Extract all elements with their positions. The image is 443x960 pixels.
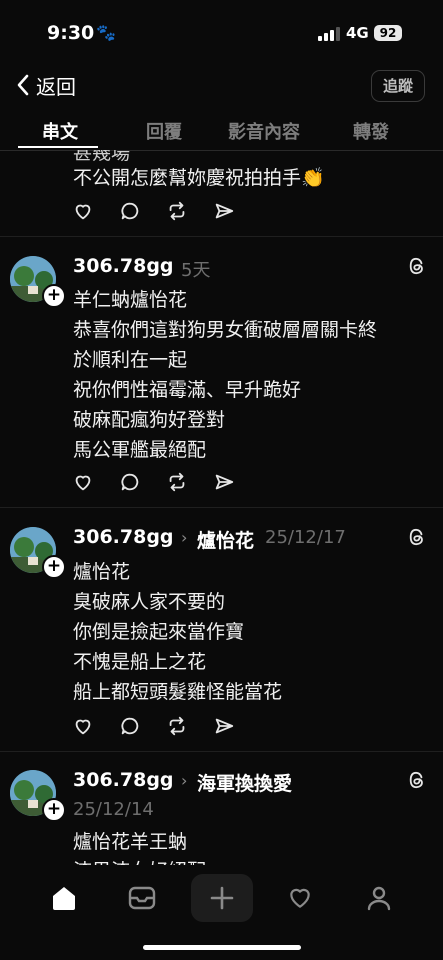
battery-indicator: 92 — [374, 25, 402, 41]
like-icon[interactable] — [72, 200, 94, 222]
chevron-right-icon: › — [181, 771, 188, 790]
like-icon[interactable] — [72, 715, 94, 737]
share-icon[interactable] — [213, 471, 235, 493]
threads-icon[interactable] — [408, 256, 426, 276]
tab-threads[interactable]: 串文 — [42, 118, 78, 144]
post-time: 25/12/17 — [265, 527, 346, 548]
tab-media[interactable]: 影音內容 — [228, 118, 300, 144]
tab-reposts[interactable]: 轉發 — [353, 118, 389, 144]
chevron-left-icon — [17, 74, 29, 96]
follow-plus-icon[interactable]: + — [42, 555, 66, 579]
profile-tabs: 串文 回覆 影音內容 轉發 — [0, 112, 443, 151]
post-text: 破麻配瘋狗好登對 — [73, 409, 226, 431]
follow-button[interactable]: 追蹤 — [371, 70, 425, 102]
tab-replies[interactable]: 回覆 — [146, 118, 182, 144]
back-button[interactable]: 返回 — [16, 70, 76, 100]
comment-icon[interactable] — [119, 715, 141, 737]
post-divider — [0, 236, 443, 237]
reply-target[interactable]: 爐怡花 — [197, 526, 254, 553]
share-icon[interactable] — [213, 200, 235, 222]
post-username[interactable]: 306.78gg — [73, 255, 174, 277]
follow-plus-icon[interactable]: + — [42, 284, 66, 308]
threads-icon[interactable] — [408, 527, 426, 547]
post-time: 5天 — [181, 260, 211, 281]
nav-home[interactable] — [42, 880, 86, 916]
post-actions — [72, 715, 235, 737]
post-actions — [72, 200, 235, 222]
post-text: 爐怡花羊王蚋 — [73, 831, 188, 853]
signal-icon — [318, 27, 340, 41]
reply-target[interactable]: 海軍換換愛 — [197, 769, 292, 796]
repost-icon[interactable] — [166, 715, 188, 737]
post-text: 不愧是船上之花 — [73, 651, 207, 673]
post-username[interactable]: 306.78gg — [73, 769, 174, 791]
home-icon — [53, 887, 75, 910]
nav-inbox[interactable] — [120, 880, 164, 916]
post-text: 渣男渣女好絕配 — [73, 856, 206, 865]
follow-plus-icon[interactable]: + — [42, 798, 66, 822]
status-time: 9:30 — [47, 22, 95, 44]
heart-icon — [290, 888, 310, 908]
plus-icon — [210, 886, 234, 910]
repost-icon[interactable] — [166, 471, 188, 493]
tab-active-indicator — [18, 146, 98, 148]
nav-profile[interactable] — [357, 880, 401, 916]
nav-activity[interactable] — [278, 880, 322, 916]
post-text: 羊仁蚋爐怡花 — [73, 289, 188, 311]
comment-icon[interactable] — [119, 471, 141, 493]
post-actions — [72, 471, 235, 493]
chevron-right-icon: › — [181, 528, 188, 547]
comment-icon[interactable] — [119, 200, 141, 222]
post-text: 船上都短頭髮雞怪能當花 — [73, 681, 283, 703]
post-text: 臭破麻人家不要的 — [73, 591, 226, 613]
post-text: 馬公軍艦最絕配 — [73, 439, 207, 461]
post-divider — [0, 507, 443, 508]
repost-icon[interactable] — [166, 200, 188, 222]
post-divider — [0, 751, 443, 752]
bottom-nav — [0, 866, 443, 960]
post-text: 於順利在一起 — [73, 349, 188, 371]
post-username[interactable]: 306.78gg — [73, 526, 174, 548]
post-text: 祝你們性福霉滿、早升跪好 — [73, 379, 302, 401]
paw-icon: 🐾 — [96, 23, 116, 42]
network-label: 4G — [346, 24, 369, 42]
status-bar: 9:30 🐾 4G 92 — [0, 0, 443, 62]
home-indicator — [143, 945, 301, 950]
post-text: 你倒是撿起來當作寶 — [73, 621, 245, 643]
post-time: 25/12/14 — [73, 799, 154, 820]
profile-icon — [367, 886, 391, 911]
threads-icon[interactable] — [408, 770, 426, 790]
post-text: 爐怡花 — [73, 561, 131, 583]
post-text: 恭喜你們這對狗男女衝破層層關卡終 — [73, 319, 378, 341]
like-icon[interactable] — [72, 471, 94, 493]
post-text: 不公開怎麼幫妳慶祝拍拍手👏 — [73, 167, 325, 189]
create-button[interactable] — [191, 874, 253, 922]
back-label: 返回 — [36, 74, 76, 99]
inbox-icon — [128, 886, 156, 910]
thread-feed[interactable]: 甚幾場 不公開怎麼幫妳慶祝拍拍手👏 + 306.78gg 5天 羊仁蚋爐怡花 恭… — [0, 150, 443, 865]
share-icon[interactable] — [213, 715, 235, 737]
